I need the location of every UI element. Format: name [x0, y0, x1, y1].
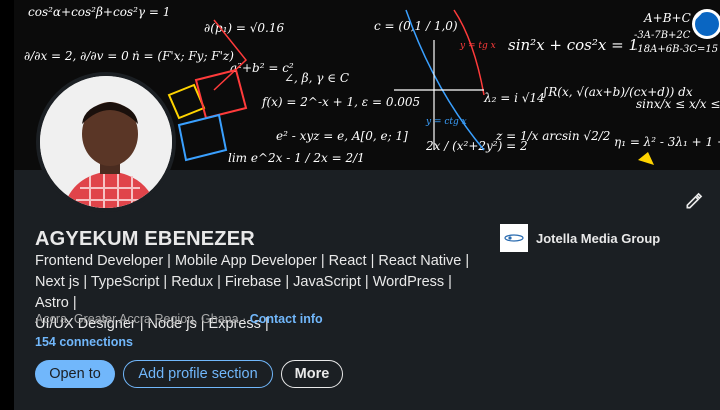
- profile-name: AGYEKUM EBENEZER: [35, 228, 255, 250]
- more-button[interactable]: More: [281, 360, 343, 388]
- current-company[interactable]: Jotella Media Group: [500, 224, 660, 252]
- pencil-icon: [694, 10, 719, 36]
- contact-info-link[interactable]: Contact info: [250, 312, 323, 326]
- profile-avatar[interactable]: [36, 72, 176, 212]
- banner-eq: lim e^2x - 1 / 2x = 2/1: [228, 151, 365, 165]
- edit-banner-button[interactable]: [692, 9, 720, 39]
- banner-eq: y = tg x: [459, 41, 496, 51]
- banner-eq: ∂/∂x = 2, ∂/∂v = 0: [24, 49, 129, 63]
- banner-eq: ṅ = (F'x; Fy; F'z): [132, 49, 234, 63]
- banner-eq: e² - xyz = e, A[0, e; 1]: [276, 129, 408, 143]
- edit-intro-button[interactable]: [680, 187, 708, 215]
- banner-eq: sin²x + cos²x = 1: [508, 36, 638, 54]
- profile-location: Accra, Greater Accra Region, Ghana: [35, 312, 239, 326]
- banner-eq: η₁ = λ² - 3λ₁ + 1 + 0: [614, 135, 720, 149]
- banner-eq: z = 1/x arcsin √2/2: [495, 129, 610, 143]
- company-name: Jotella Media Group: [536, 230, 661, 246]
- banner-eq: cos²α+cos²β+cos²γ = 1: [28, 5, 170, 19]
- profile-location-row: Accra, Greater Accra Region, Ghana · Con…: [35, 312, 323, 326]
- open-to-button[interactable]: Open to: [35, 360, 115, 388]
- banner-eq: sinx/x ≤ x/x ≤ 1: [636, 97, 720, 111]
- add-profile-section-button[interactable]: Add profile section: [123, 360, 273, 388]
- banner-eq: c = (0,1 / 1,0): [374, 19, 458, 33]
- headline-line: Next js | TypeScript | Redux | Firebase …: [35, 274, 452, 311]
- company-logo-icon: [504, 234, 524, 242]
- headline-line: Frontend Developer | Mobile App Develope…: [35, 253, 470, 269]
- banner-eq: ∠, β, γ ∈ C: [284, 71, 349, 85]
- separator-dot: ·: [242, 312, 247, 326]
- banner-eq: λ₂ = i √14: [483, 91, 545, 105]
- banner-eq: -3A-7B+2C: [634, 30, 691, 41]
- banner-eq: -18A+6B-3C=15: [634, 44, 718, 55]
- banner-eq: f(x) = 2^-x + 1, ε = 0.005: [261, 95, 420, 109]
- connections-link[interactable]: 154 connections: [35, 335, 133, 349]
- pencil-icon: [686, 192, 703, 209]
- company-logo: [500, 224, 528, 252]
